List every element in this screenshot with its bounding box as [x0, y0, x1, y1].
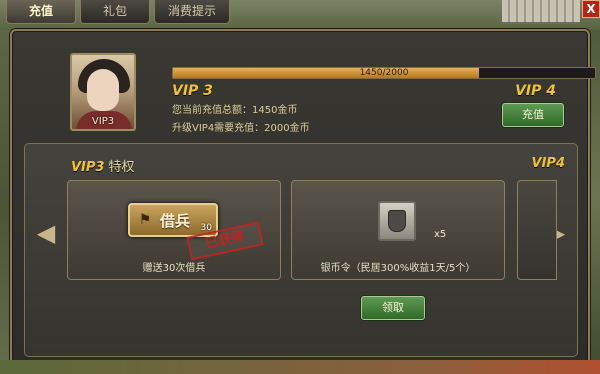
- next-privilege-level: VIP4: [531, 156, 565, 171]
- item-name: 借兵: [160, 212, 191, 230]
- vip-progress-bar: 1450/2000: [172, 67, 596, 79]
- tab-gift-pack[interactable]: 礼包: [80, 0, 150, 24]
- privilege-panel: VIP3特权 VIP4 ◀ ▶ ⚑ 借兵 30 已获得 赠送30次借兵 x5 银…: [24, 143, 578, 357]
- tab-recharge[interactable]: 充值: [6, 0, 76, 24]
- card-description: 赠送30次借兵: [142, 263, 206, 274]
- privilege-card-partial: [517, 180, 557, 280]
- tab-bar: 充值 礼包 消费提示: [0, 0, 600, 24]
- avatar: VIP3: [70, 53, 136, 131]
- card-description: 银币令（民居300%收益1天/5个）: [320, 263, 476, 274]
- avatar-face: [87, 69, 119, 111]
- tab-consumption-tips[interactable]: 消费提示: [154, 0, 230, 24]
- privilege-card: ⚑ 借兵 30 已获得 赠送30次借兵: [67, 180, 281, 280]
- item-count: x5: [434, 229, 447, 240]
- privilege-header: VIP3 特权: [71, 156, 135, 175]
- total-recharge-text: 您当前充值总额：1450金币: [172, 105, 298, 116]
- recharge-button[interactable]: 充值: [502, 103, 564, 127]
- privilege-level: VIP3: [71, 160, 105, 175]
- arrow-left-icon[interactable]: ◀: [31, 220, 61, 246]
- silver-token-icon[interactable]: [378, 201, 416, 241]
- vip-progress-text: 1450/2000: [359, 68, 409, 78]
- claim-button[interactable]: 领取: [361, 296, 425, 320]
- privilege-title: 特权: [108, 160, 135, 175]
- token-shape: [388, 210, 406, 232]
- vip-summary: VIP3 1450/2000 VIP 3 VIP 4 您当前充值总额：1450金…: [22, 41, 596, 134]
- flag-icon: ⚑: [138, 212, 152, 228]
- avatar-vip-label: VIP3: [91, 116, 115, 127]
- current-vip-level: VIP 3: [172, 83, 213, 99]
- vip-panel: VIP3 1450/2000 VIP 3 VIP 4 您当前充值总额：1450金…: [10, 29, 596, 365]
- upgrade-requirement-text: 升级VIP4需要充值：2000金币: [172, 123, 310, 134]
- privilege-card: x5 银币令（民居300%收益1天/5个）: [291, 180, 505, 280]
- next-vip-level: VIP 4: [515, 83, 556, 99]
- background-ground: [0, 360, 600, 374]
